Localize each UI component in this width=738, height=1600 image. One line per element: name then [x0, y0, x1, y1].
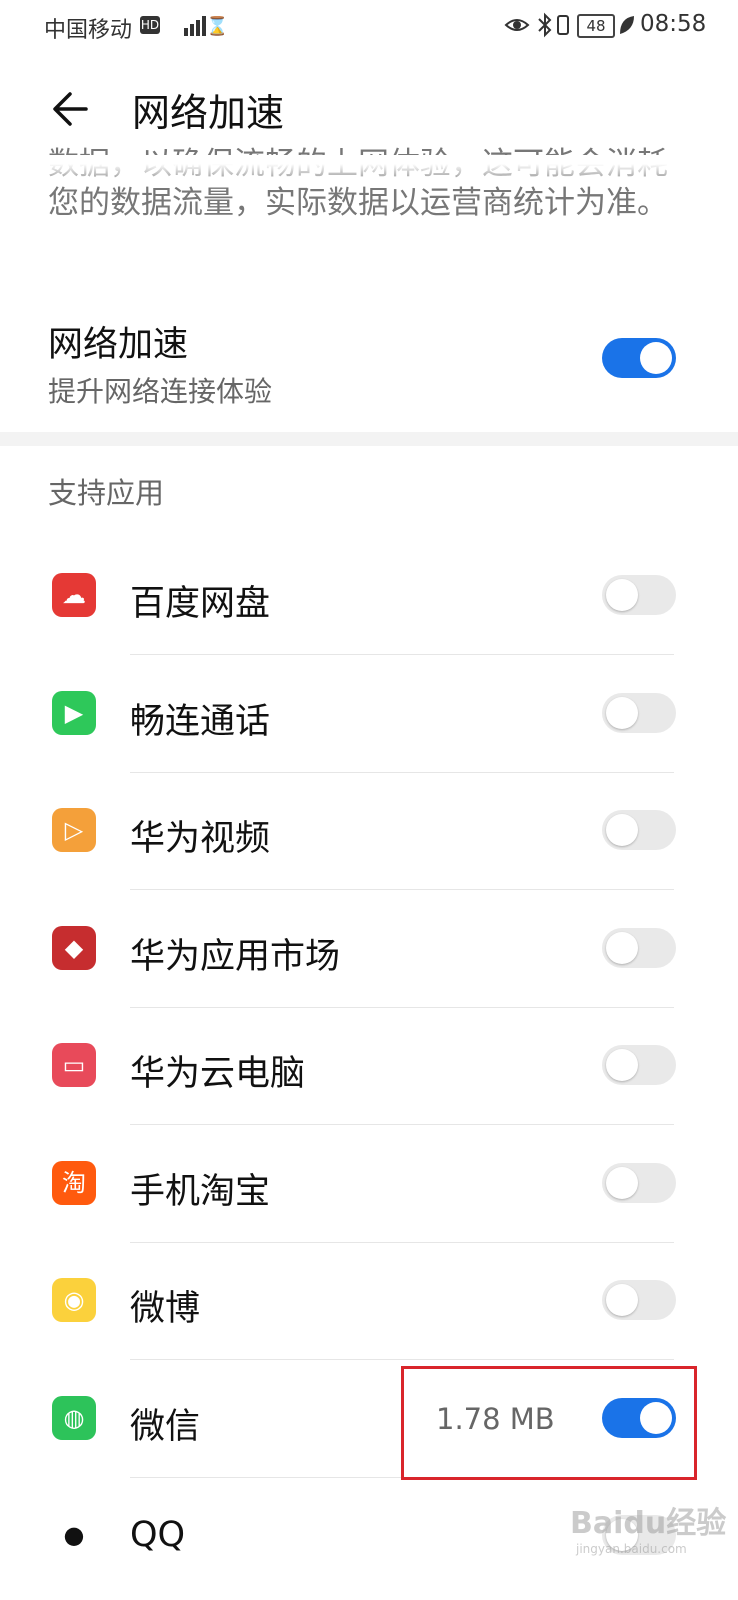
- status-bar: 中国移动 HD ⌛ 48 08:58: [0, 0, 738, 52]
- meetime-icon: ▶: [52, 690, 96, 735]
- app-acceleration-toggle[interactable]: [602, 1280, 676, 1320]
- toggle-knob: [606, 696, 638, 729]
- app-acceleration-toggle[interactable]: [602, 575, 676, 615]
- app-name: 微博: [130, 1289, 201, 1329]
- huawei-cloud-pc-icon: ▭: [52, 1043, 96, 1087]
- weibo-icon: ◉: [52, 1278, 96, 1322]
- app-name: 微信: [130, 1406, 201, 1447]
- toggle-knob: [606, 579, 638, 611]
- app-acceleration-toggle[interactable]: [602, 927, 676, 968]
- app-acceleration-toggle[interactable]: [602, 692, 676, 733]
- app-acceleration-toggle[interactable]: [602, 810, 676, 850]
- app-row[interactable]: ▷ 华为视频: [0, 772, 738, 890]
- highlight-box: [401, 1366, 697, 1480]
- clock: 08:58: [640, 11, 707, 37]
- app-name: 华为视频: [130, 819, 271, 859]
- app-name: QQ: [130, 1515, 186, 1555]
- watermark-site: jingyan.baidu.com: [576, 1542, 687, 1556]
- app-row[interactable]: 淘手机淘宝: [0, 1125, 738, 1243]
- app-row[interactable]: ▶ 畅连通话: [0, 655, 738, 773]
- huawei-video-icon: ▷: [52, 808, 96, 852]
- hourglass-icon: ⌛: [206, 16, 229, 37]
- app-name: 华为云电脑: [130, 1054, 306, 1094]
- supported-apps-header: 支持应用: [48, 476, 165, 510]
- taobao-icon: 淘: [52, 1160, 96, 1205]
- app-name: 畅连通话: [130, 701, 271, 742]
- watermark-logo: Baidu经验 jingyan.baidu.com: [570, 1498, 730, 1578]
- app-name: 百度网盘: [130, 584, 271, 624]
- app-row[interactable]: ◆ 华为应用市场: [0, 890, 738, 1008]
- leaf-icon: [620, 16, 634, 34]
- network-acceleration-row[interactable]: 网络加速 提升网络连接体验: [0, 300, 738, 432]
- carrier-name: 中国移动: [44, 18, 133, 43]
- app-row[interactable]: ▭ 华为云电脑: [0, 1007, 738, 1125]
- hd-icon: HD: [140, 16, 160, 34]
- eye-icon: [504, 19, 530, 31]
- toggle-knob: [606, 931, 638, 964]
- app-acceleration-toggle[interactable]: [602, 1162, 676, 1203]
- scroll-fade: [0, 155, 738, 185]
- battery-icon: 48: [577, 14, 615, 38]
- section-divider: [0, 432, 738, 446]
- toggle-knob: [640, 342, 672, 374]
- network-acceleration-subtitle: 提升网络连接体验: [48, 375, 273, 408]
- vibrate-icon: [557, 15, 569, 35]
- toggle-knob: [606, 1049, 638, 1081]
- toggle-knob: [606, 814, 638, 846]
- watermark-brand: Baidu经验: [570, 1506, 727, 1541]
- toggle-knob: [606, 1284, 638, 1316]
- app-name: 手机淘宝: [130, 1171, 271, 1212]
- app-row[interactable]: ☁ 百度网盘: [0, 537, 738, 655]
- wechat-icon: ◍: [52, 1395, 96, 1440]
- app-name: 华为应用市场: [130, 936, 341, 977]
- toggle-knob: [606, 1166, 638, 1199]
- app-row[interactable]: ◉ 微博: [0, 1242, 738, 1360]
- baidu-netdisk-icon: ☁: [52, 573, 96, 617]
- page-title: 网络加速: [132, 91, 285, 135]
- back-arrow-icon[interactable]: [46, 84, 96, 134]
- app-acceleration-toggle[interactable]: [602, 1045, 676, 1085]
- network-acceleration-toggle[interactable]: [602, 338, 676, 378]
- network-acceleration-title: 网络加速: [48, 325, 189, 365]
- qq-icon: ●: [63, 1521, 85, 1549]
- huawei-appgallery-icon: ◆: [52, 925, 96, 970]
- bluetooth-icon: [538, 12, 552, 38]
